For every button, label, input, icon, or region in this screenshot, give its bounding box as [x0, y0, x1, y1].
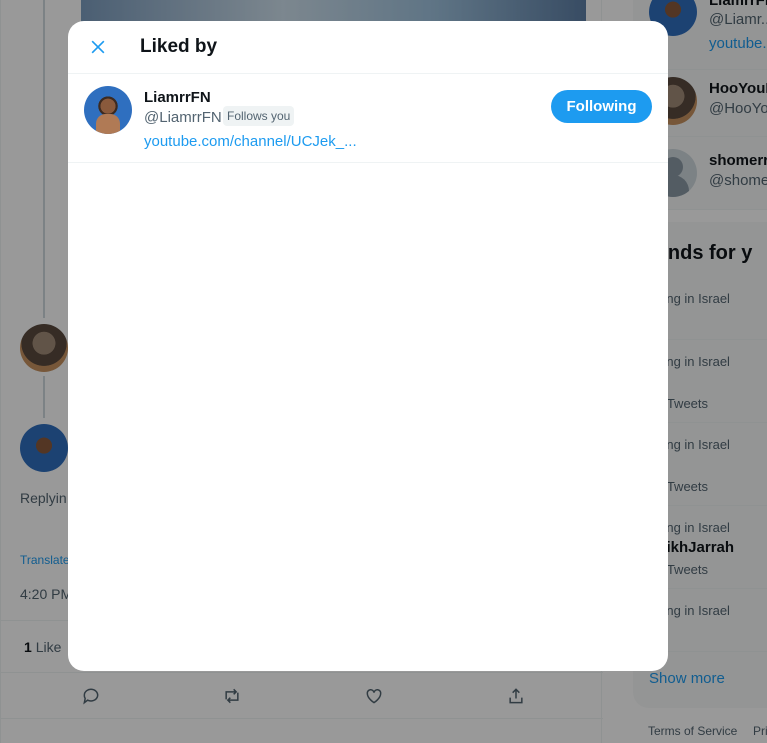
close-icon	[91, 40, 105, 54]
user-display-name[interactable]: LiamrrFN	[144, 89, 211, 106]
following-button[interactable]: Following	[551, 90, 652, 123]
dialog-title: Liked by	[140, 36, 218, 57]
follows-you-badge: Follows you	[223, 106, 295, 126]
close-button[interactable]	[84, 33, 112, 61]
avatar[interactable]	[84, 86, 132, 134]
user-bio-link[interactable]: youtube.com/channel/UCJek_...	[144, 133, 357, 150]
liked-by-dialog: Liked by LiamrrFN @LiamrrFN Follows you …	[68, 21, 668, 671]
dialog-header: Liked by	[68, 21, 668, 74]
user-handle: @LiamrrFN	[144, 109, 222, 126]
user-list-item[interactable]: LiamrrFN @LiamrrFN Follows you youtube.c…	[68, 74, 668, 163]
